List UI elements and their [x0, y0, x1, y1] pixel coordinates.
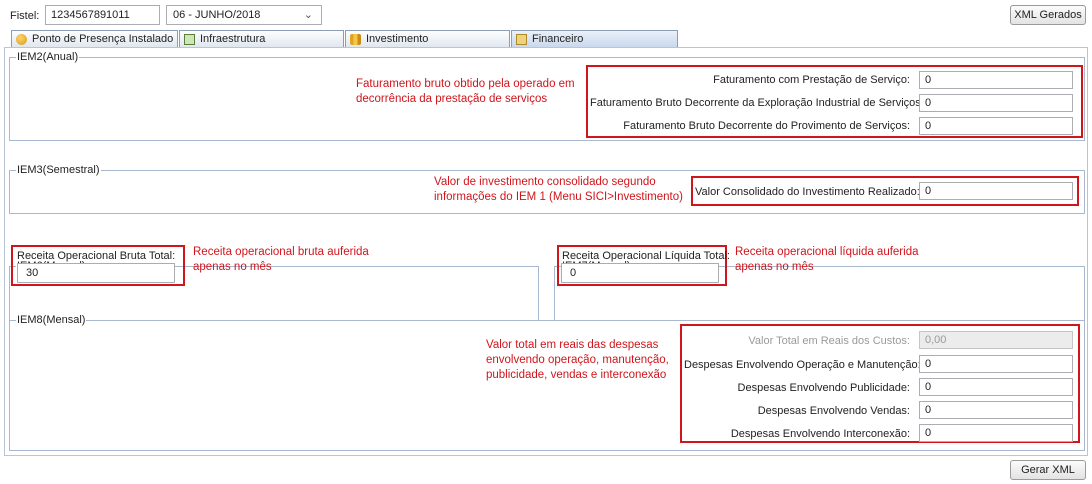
faturamento-provimento-input[interactable]: 0 — [919, 117, 1073, 135]
iem3-annotation-line: Valor de investimento consolidado segund… — [434, 176, 656, 188]
iem3-legend: IEM3(Semestral) — [16, 164, 101, 176]
iem8-field-label: Despesas Envolvendo Vendas: — [757, 405, 910, 417]
faturamento-exploracao-input[interactable]: 0 — [919, 94, 1073, 112]
receita-liquida-input[interactable]: 0 — [561, 263, 719, 283]
tab-label: Ponto de Presença Instalado — [32, 33, 174, 45]
iem6-annotation: Receita operacional bruta auferida apena… — [193, 246, 369, 273]
tab-label: Investimento — [366, 33, 429, 45]
tab-investimento[interactable]: Investimento — [345, 30, 510, 48]
despesas-vendas-input[interactable]: 0 — [919, 401, 1073, 419]
tab-label: Financeiro — [532, 33, 584, 45]
xml-generated-button[interactable]: XML Gerados — [1010, 5, 1086, 25]
coins-icon — [350, 34, 361, 45]
iem2-field-label: Faturamento Bruto Decorrente da Exploraç… — [590, 97, 924, 109]
iem8-field-label: Despesas Envolvendo Interconexão: — [730, 428, 910, 440]
period-select[interactable]: 06 - JUNHO/2018 ⌄ — [166, 5, 322, 25]
despesas-publicidade-input[interactable]: 0 — [919, 378, 1073, 396]
iem8-legend: IEM8(Mensal) — [16, 314, 87, 326]
iem2-annotation: Faturamento bruto obtido pela operado em… — [356, 78, 575, 105]
iem3-field-label: Valor Consolidado do Investimento Realiz… — [695, 186, 920, 198]
period-select-value: 06 - JUNHO/2018 — [173, 9, 261, 21]
iem7-annotation: Receita operacional líquida auferida ape… — [735, 246, 919, 273]
fistel-label: Fistel: — [10, 10, 40, 22]
iem2-field-label: Faturamento com Prestação de Serviço: — [713, 74, 910, 86]
iem8-annotation: Valor total em reais das despesas envolv… — [486, 339, 669, 381]
iem7-field-label: Receita Operacional Líquida Total: — [562, 250, 730, 262]
iem3-annotation: Valor de investimento consolidado segund… — [434, 175, 694, 205]
tab-label: Infraestrutura — [200, 33, 266, 45]
money-icon — [516, 34, 527, 45]
iem8-total-label: Valor Total em Reais dos Custos: — [748, 335, 910, 347]
investimento-realizado-input[interactable]: 0 — [919, 182, 1073, 200]
total-custos-input: 0,00 — [919, 331, 1073, 349]
iem3-annotation-line: informações do IEM 1 (Menu SICI>Investim… — [434, 191, 683, 203]
receita-bruta-input[interactable]: 30 — [17, 263, 175, 283]
chevron-down-icon: ⌄ — [303, 9, 313, 21]
despesas-interconexao-input[interactable]: 0 — [919, 424, 1073, 442]
despesas-operacao-input[interactable]: 0 — [919, 355, 1073, 373]
fistel-input[interactable]: 1234567891011 — [45, 5, 160, 25]
generate-xml-button[interactable]: Gerar XML — [1010, 460, 1086, 480]
iem8-field-label: Despesas Envolvendo Operação e Manutençã… — [684, 359, 921, 371]
tab-financeiro[interactable]: Financeiro — [511, 30, 678, 48]
tab-infraestrutura[interactable]: Infraestrutura — [179, 30, 344, 48]
iem2-field-label: Faturamento Bruto Decorrente do Provimen… — [623, 120, 910, 132]
globe-icon — [16, 34, 27, 45]
iem2-legend: IEM2(Anual) — [16, 51, 80, 63]
iem6-field-label: Receita Operacional Bruta Total: — [17, 250, 176, 262]
tab-ponto-de-presenca[interactable]: Ponto de Presença Instalado — [11, 30, 178, 48]
iem8-field-label: Despesas Envolvendo Publicidade: — [737, 382, 910, 394]
faturamento-prestacao-input[interactable]: 0 — [919, 71, 1073, 89]
network-icon — [184, 34, 195, 45]
